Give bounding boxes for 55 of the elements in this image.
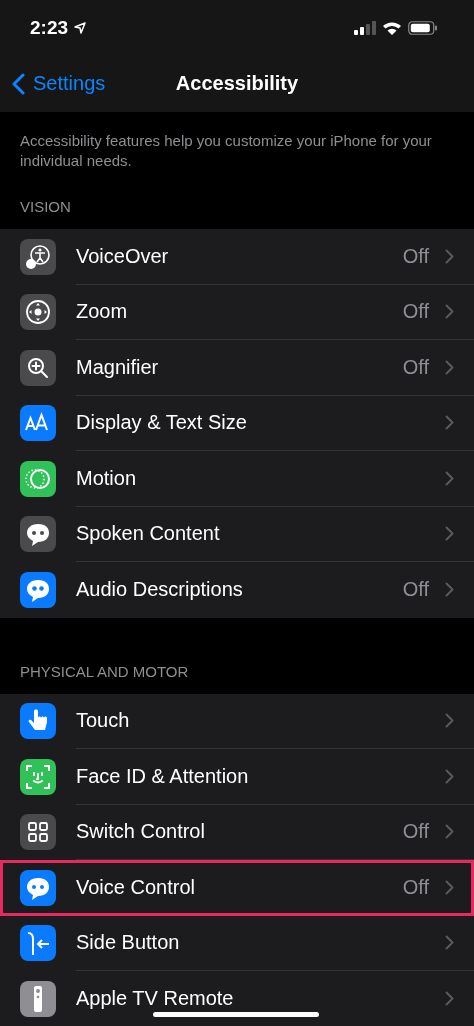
row-label: Voice Control [76,875,196,899]
settings-row[interactable]: Magnifier Off [0,340,474,396]
battery-icon [408,20,438,35]
row-label: Audio Descriptions [76,578,244,602]
chevron-right-icon [445,415,454,431]
section-header: VISION [19,197,72,217]
row-label: Face ID & Attention [76,764,250,788]
chevron-right-icon [445,768,454,784]
chevron-left-icon [12,72,25,95]
wifi-icon [382,20,402,35]
settings-row[interactable]: VoiceOver Off [0,229,474,285]
row-label: Switch Control [76,820,206,844]
chevron-right-icon [445,935,454,951]
settings-row[interactable]: Display & Text Size [0,395,474,451]
settings-row[interactable]: Voice Control Off [0,860,474,916]
chevron-right-icon [445,824,454,840]
row-value: Off [402,578,429,602]
description-text: Accessibility features help you customize your iPhone for your individual needs. [19,131,433,171]
chevron-right-icon [445,304,454,320]
nav-title: Accessibility [175,72,299,95]
row-label: Spoken Content [76,522,221,546]
status-time: 2:23 [30,16,69,39]
row-label: Display & Text Size [76,411,248,435]
row-label: Magnifier [76,355,160,379]
section-header: PHYSICAL AND MOTOR [19,661,190,682]
row-label: Side Button [76,931,181,955]
chevron-right-icon [445,248,454,264]
chevron-right-icon [445,879,454,895]
settings-row[interactable]: Spoken Content [0,506,474,562]
row-label: Apple TV Remote [76,987,235,1011]
row-value: Off [402,820,429,844]
chevron-right-icon [445,526,454,542]
settings-row[interactable]: Face ID & Attention [0,749,474,805]
settings-row[interactable]: Touch [0,693,474,749]
settings-row[interactable]: Zoom Off [0,284,474,340]
location-icon [74,21,87,34]
settings-row[interactable]: Switch Control Off [0,804,474,860]
chevron-right-icon [445,713,454,729]
settings-row[interactable]: Side Button [0,915,474,971]
chevron-right-icon [445,470,454,486]
row-value: Off [402,244,429,268]
signal-icon [354,20,376,35]
chevron-right-icon [445,582,454,598]
row-label: Touch [76,709,131,733]
chevron-right-icon [445,991,454,1007]
back-button[interactable]: Settings [0,72,106,95]
row-label: Zoom [76,300,129,324]
settings-row[interactable]: Audio Descriptions Off [0,562,474,618]
row-label: VoiceOver [76,244,170,268]
row-value: Off [402,875,429,899]
chevron-right-icon [445,359,454,375]
row-label: Motion [76,466,138,490]
settings-row[interactable]: Motion [0,451,474,507]
row-value: Off [402,355,429,379]
row-value: Off [402,300,429,324]
